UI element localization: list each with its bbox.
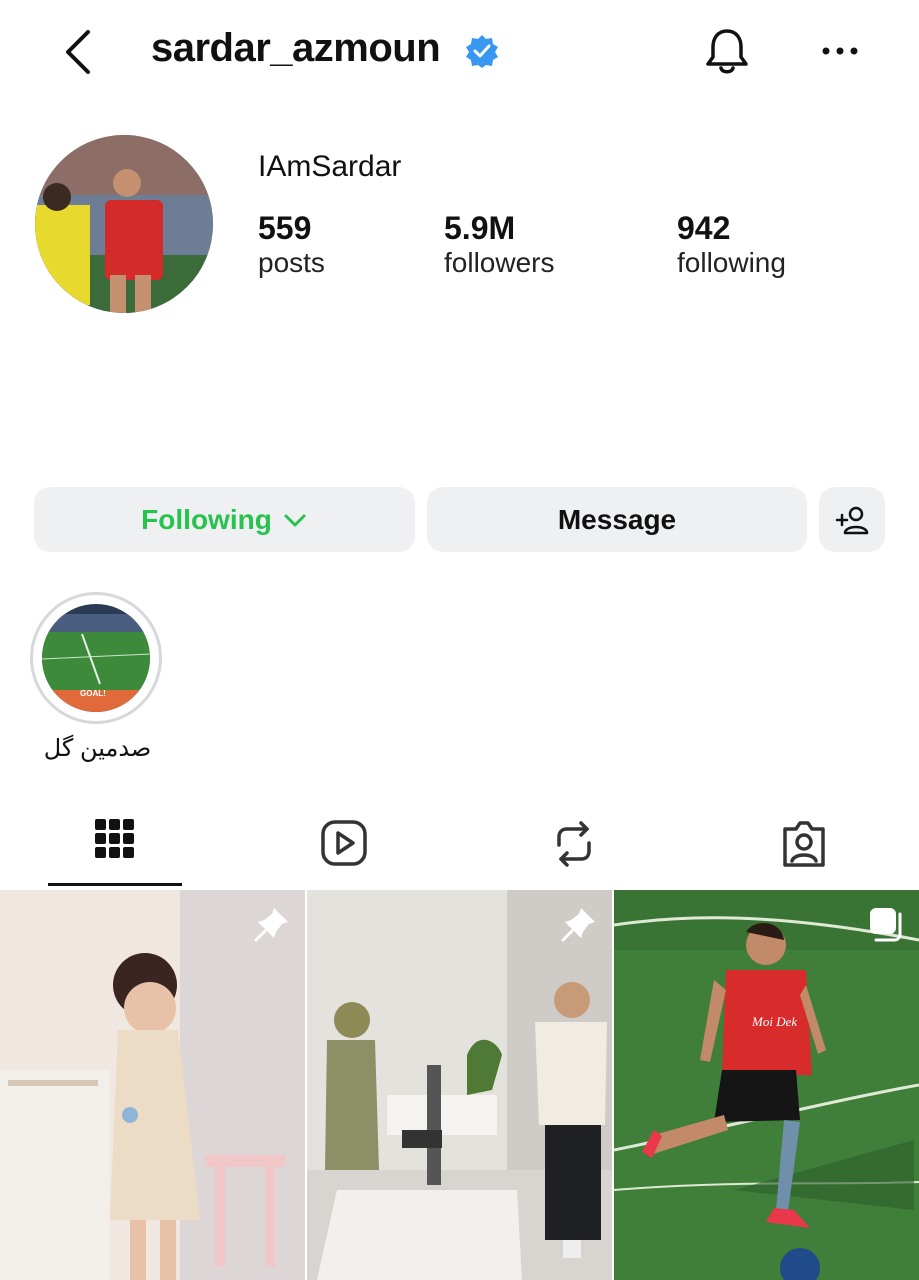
tagged-icon[interactable] xyxy=(775,815,833,873)
message-label: Message xyxy=(557,503,677,535)
highlight-thumbnail[interactable]: GOAL! xyxy=(42,604,150,712)
back-chevron-icon[interactable] xyxy=(58,28,102,76)
stat-label: followers xyxy=(444,247,555,278)
following-button[interactable]: Following xyxy=(34,487,415,552)
carousel-icon xyxy=(870,908,902,942)
post-thumbnail[interactable] xyxy=(307,890,612,1280)
post-thumbnail[interactable]: Moi Dek xyxy=(614,890,919,1280)
stat-label: following xyxy=(677,247,786,278)
reposts-icon[interactable] xyxy=(545,815,603,873)
following-label: Following xyxy=(141,503,272,535)
reels-icon[interactable] xyxy=(315,815,373,873)
stat-value: 5.9M xyxy=(444,210,516,246)
posts-stat[interactable]: 559 posts xyxy=(258,210,325,279)
suggest-people-button[interactable] xyxy=(819,487,885,552)
verified-badge-icon xyxy=(466,35,498,68)
stat-label: posts xyxy=(258,247,325,278)
highlight-label: صدمین گل xyxy=(43,735,152,762)
following-stat[interactable]: 942 following xyxy=(677,210,786,279)
highlight-image-text: GOAL! xyxy=(80,689,106,698)
stat-value: 942 xyxy=(677,210,731,246)
followers-stat[interactable]: 5.9M followers xyxy=(444,210,554,279)
active-tab-indicator xyxy=(48,883,182,886)
chevron-down-icon xyxy=(284,514,306,526)
pin-icon xyxy=(561,908,595,942)
pin-icon xyxy=(254,908,288,942)
grid-icon[interactable] xyxy=(86,815,144,873)
profile-username: sardar_azmoun xyxy=(151,26,441,70)
stat-value: 559 xyxy=(258,210,312,246)
bell-icon[interactable] xyxy=(703,26,751,78)
message-button[interactable]: Message xyxy=(427,487,807,552)
jersey-text: Moi Dek xyxy=(751,1014,797,1029)
person-add-icon xyxy=(835,506,869,534)
profile-avatar[interactable] xyxy=(35,135,213,313)
more-options-icon[interactable] xyxy=(818,38,862,64)
post-thumbnail[interactable] xyxy=(0,890,305,1280)
profile-full-name: IAmSardar xyxy=(258,150,402,183)
